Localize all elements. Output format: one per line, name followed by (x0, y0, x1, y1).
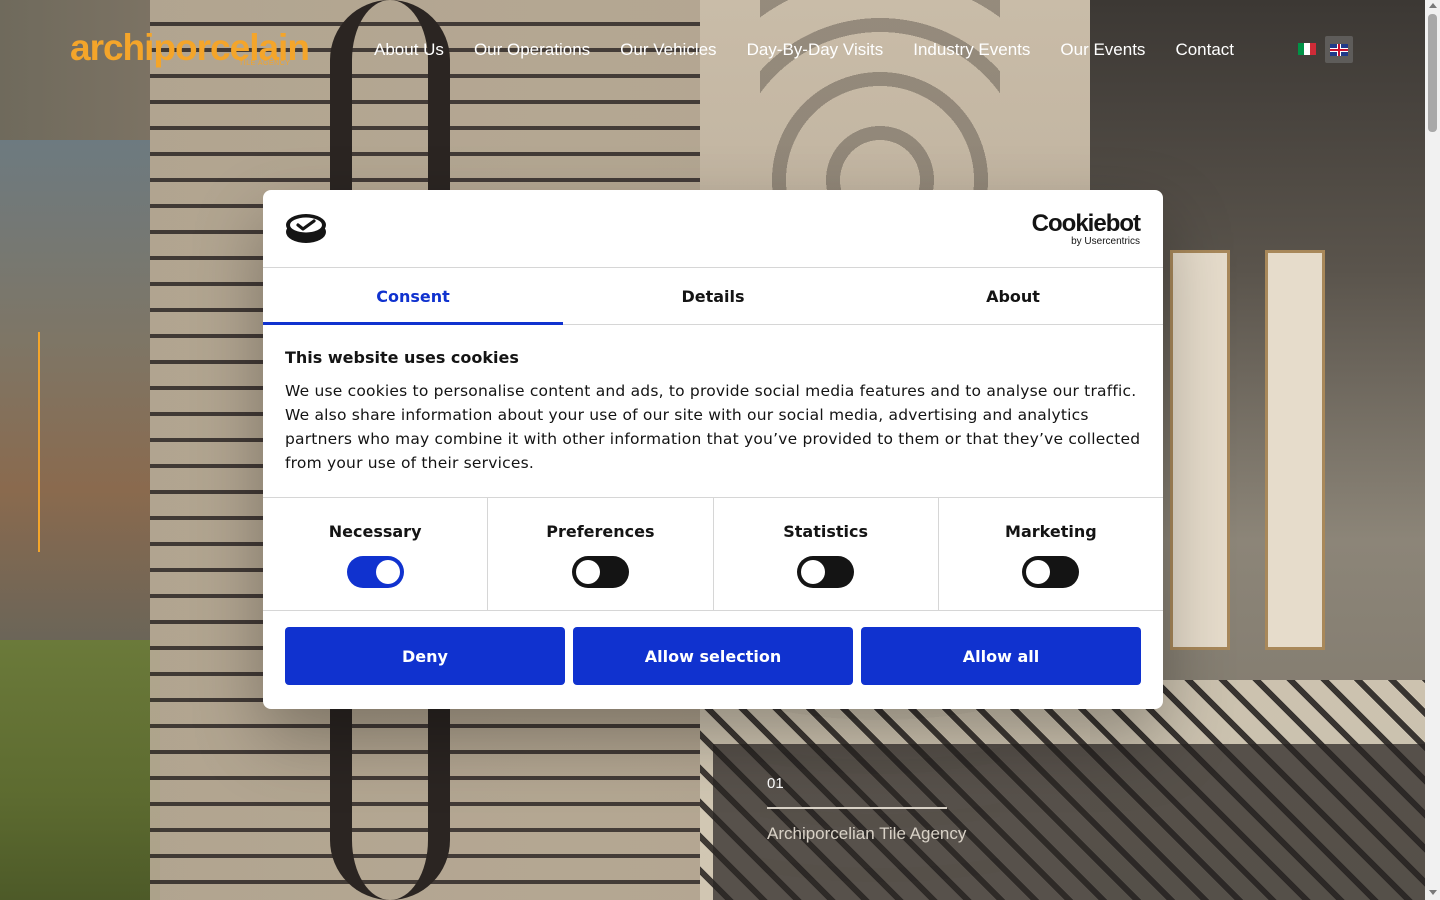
toggle-statistics-switch[interactable] (797, 556, 855, 588)
nav-our-vehicles[interactable]: Our Vehicles (620, 38, 716, 62)
toggle-necessary-label: Necessary (328, 522, 422, 541)
tab-consent[interactable]: Consent (263, 268, 563, 325)
toggle-marketing-switch[interactable] (1022, 556, 1080, 588)
nav-our-operations[interactable]: Our Operations (474, 38, 590, 62)
toggle-statistics-group: Statistics (714, 498, 939, 610)
nav-day-by-day-visits[interactable]: Day-By-Day Visits (747, 38, 884, 62)
nav-our-events[interactable]: Our Events (1060, 38, 1145, 62)
slide-number: 01 (767, 775, 784, 792)
toggle-preferences-group: Preferences (488, 498, 714, 610)
slider-progress-line (38, 332, 40, 552)
tab-details[interactable]: Details (563, 268, 863, 324)
toggle-preferences-switch[interactable] (571, 556, 629, 588)
nav-about-us[interactable]: About Us (374, 38, 444, 62)
nav-industry-events[interactable]: Industry Events (913, 38, 1030, 62)
site-logo-tagline: TILE AGENCY (239, 60, 291, 67)
dialog-tabs: Consent Details About (263, 268, 1163, 325)
deny-button[interactable]: Deny (285, 627, 565, 685)
scroll-thumb[interactable] (1428, 14, 1437, 132)
italian-flag-icon[interactable] (1298, 43, 1316, 55)
slide-caption[interactable]: Archiporcelian Tile Agency (767, 821, 967, 846)
dialog-buttons: Deny Allow selection Allow all (263, 611, 1163, 701)
switch-knob (575, 560, 600, 584)
hero-display-panel (1170, 250, 1230, 650)
toggle-necessary-group: Necessary (263, 498, 489, 610)
cookiebot-brand[interactable]: Cookiebot by Usercentrics (1031, 210, 1141, 247)
slide-divider (767, 807, 947, 809)
nav-contact[interactable]: Contact (1175, 38, 1234, 62)
allow-selection-button[interactable]: Allow selection (573, 627, 853, 685)
dialog-body: This website uses cookies We use cookies… (263, 325, 1163, 498)
cookiebot-name: Cookiebot (1031, 210, 1141, 237)
consent-toggles: Necessary Preferences Statistics Marketi… (263, 498, 1163, 611)
dialog-title: This website uses cookies (285, 348, 519, 367)
scroll-down-arrow-icon[interactable] (1429, 890, 1437, 895)
cookiebot-byline: by Usercentrics (1071, 236, 1140, 247)
switch-knob (375, 560, 400, 584)
main-nav: About Us Our Operations Our Vehicles Day… (374, 38, 1234, 62)
scroll-up-arrow-icon[interactable] (1429, 3, 1437, 8)
hero-wall (0, 140, 150, 640)
language-en-button[interactable] (1325, 36, 1353, 63)
dialog-description: We use cookies to personalise content an… (285, 382, 1141, 472)
toggle-preferences-label: Preferences (546, 522, 655, 541)
dialog-header: Cookiebot by Usercentrics (263, 190, 1163, 268)
cookiebot-logo-icon (286, 214, 326, 243)
toggle-marketing-group: Marketing (939, 498, 1163, 610)
hero-display-panel (1265, 250, 1325, 650)
toggle-statistics-label: Statistics (783, 522, 868, 541)
toggle-necessary-switch[interactable] (346, 556, 404, 588)
tab-about[interactable]: About (863, 268, 1163, 324)
toggle-marketing-label: Marketing (1005, 522, 1097, 541)
uk-flag-icon (1330, 43, 1348, 56)
switch-knob (1026, 560, 1051, 584)
switch-knob (801, 560, 826, 584)
cookie-consent-dialog: Cookiebot by Usercentrics Consent Detail… (263, 190, 1163, 709)
page-scrollbar[interactable] (1425, 0, 1440, 900)
allow-all-button[interactable]: Allow all (861, 627, 1141, 685)
hero-grass (0, 640, 160, 900)
